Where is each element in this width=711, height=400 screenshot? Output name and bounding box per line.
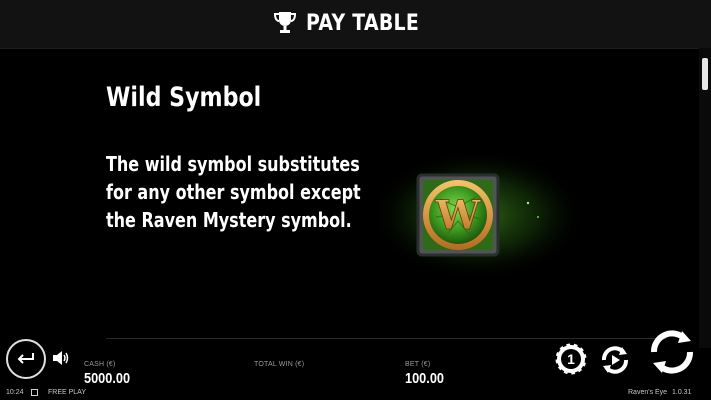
symbol-description: The wild symbol substitutes for any othe… [106,150,361,234]
total-win-label: TOTAL WIN (€) [254,361,305,368]
cash-value: 5000.00 [84,370,131,387]
pay-table-header: PAY TABLE [0,0,711,49]
back-button[interactable] [6,339,46,379]
description-line: The wild symbol substitutes [106,152,360,176]
wild-symbol-image: W [378,155,578,275]
autoplay-button[interactable] [598,343,632,377]
return-arrow-icon [17,353,34,364]
game-version: 1.0.31 [672,389,692,396]
home-icon[interactable] [31,389,38,396]
bet-value: 100.00 [405,370,445,387]
trophy-icon [273,12,296,33]
chip-value: 1 [567,351,575,367]
description-line: for any other symbol except [106,180,361,204]
clock: 10:24 [6,389,24,396]
divider [106,338,666,339]
description-line: the Raven Mystery symbol. [106,208,352,232]
bet-label: BET (€) [405,361,431,368]
wild-symbol-letter: W [435,192,482,239]
cash-label: CASH (€) [84,361,116,368]
game-name: Raven's Eye [628,389,668,396]
bet-chip-button[interactable]: 1 [554,342,588,376]
spin-button[interactable] [647,327,697,377]
scrollbar-thumb[interactable] [702,58,708,90]
play-mode: FREE PLAY [48,389,86,396]
page-title: PAY TABLE [305,10,419,36]
speaker-icon[interactable] [52,350,70,366]
scrollbar[interactable] [699,48,711,348]
section-title: Wild Symbol [106,82,262,113]
status-bar: 10:24 FREE PLAY Raven's Eye 1.0.31 [0,386,711,400]
